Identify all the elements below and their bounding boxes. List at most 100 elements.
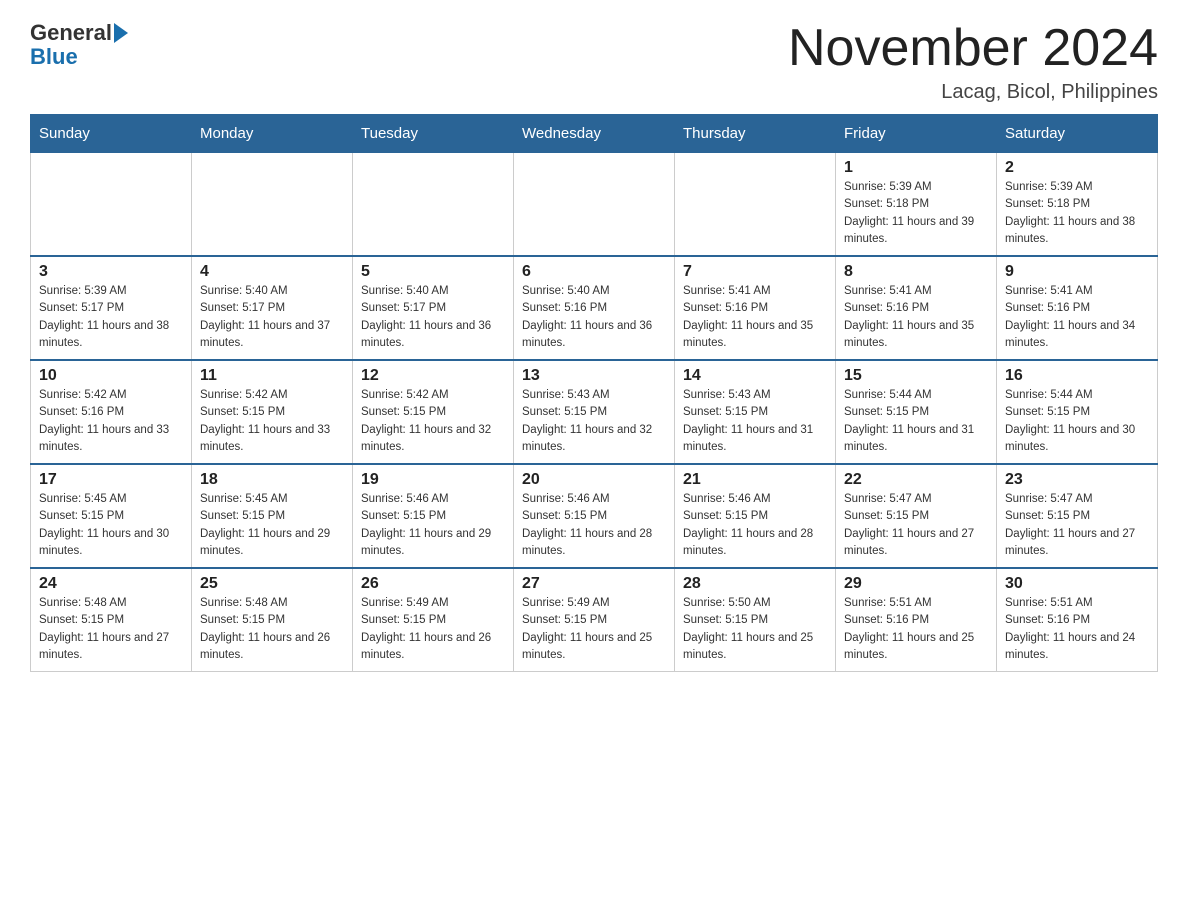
day-info: Sunrise: 5:40 AMSunset: 5:16 PMDaylight:… — [522, 283, 666, 352]
day-number: 29 — [844, 575, 988, 593]
day-info: Sunrise: 5:47 AMSunset: 5:15 PMDaylight:… — [844, 491, 988, 560]
title-block: November 2024 Lacag, Bicol, Philippines — [788, 20, 1158, 104]
day-info: Sunrise: 5:41 AMSunset: 5:16 PMDaylight:… — [1005, 283, 1149, 352]
day-number: 9 — [1005, 263, 1149, 281]
logo-arrow-icon — [114, 23, 128, 43]
day-info: Sunrise: 5:44 AMSunset: 5:15 PMDaylight:… — [844, 387, 988, 456]
day-info: Sunrise: 5:45 AMSunset: 5:15 PMDaylight:… — [39, 491, 183, 560]
calendar-cell: 3 Sunrise: 5:39 AMSunset: 5:17 PMDaylight… — [31, 256, 192, 360]
day-number: 18 — [200, 471, 344, 489]
calendar-cell — [353, 153, 514, 257]
day-info: Sunrise: 5:50 AMSunset: 5:15 PMDaylight:… — [683, 595, 827, 664]
day-number: 1 — [844, 159, 988, 177]
day-info: Sunrise: 5:44 AMSunset: 5:15 PMDaylight:… — [1005, 387, 1149, 456]
calendar-cell: 20 Sunrise: 5:46 AMSunset: 5:15 PMDayligh… — [514, 464, 675, 568]
calendar-cell: 26 Sunrise: 5:49 AMSunset: 5:15 PMDayligh… — [353, 568, 514, 672]
calendar-cell: 1 Sunrise: 5:39 AMSunset: 5:18 PMDaylight… — [836, 153, 997, 257]
page-header: General Blue November 2024 Lacag, Bicol,… — [30, 20, 1158, 104]
day-number: 19 — [361, 471, 505, 489]
day-number: 7 — [683, 263, 827, 281]
day-info: Sunrise: 5:42 AMSunset: 5:15 PMDaylight:… — [200, 387, 344, 456]
day-info: Sunrise: 5:41 AMSunset: 5:16 PMDaylight:… — [844, 283, 988, 352]
day-number: 4 — [200, 263, 344, 281]
calendar-week-5: 24Sunrise: 5:48 AMSunset: 5:15 PMDayligh… — [31, 568, 1158, 672]
calendar-cell: 15Sunrise: 5:44 AMSunset: 5:15 PMDayligh… — [836, 360, 997, 464]
calendar-cell: 16 Sunrise: 5:44 AMSunset: 5:15 PMDayligh… — [997, 360, 1158, 464]
logo-general: General — [30, 20, 112, 46]
calendar-cell: 23 Sunrise: 5:47 AMSunset: 5:15 PMDayligh… — [997, 464, 1158, 568]
day-number: 16 — [1005, 367, 1149, 385]
day-info: Sunrise: 5:46 AMSunset: 5:15 PMDaylight:… — [361, 491, 505, 560]
day-info: Sunrise: 5:46 AMSunset: 5:15 PMDaylight:… — [683, 491, 827, 560]
day-header-tuesday: Tuesday — [353, 115, 514, 153]
day-header-row: SundayMondayTuesdayWednesdayThursdayFrid… — [31, 115, 1158, 153]
day-number: 23 — [1005, 471, 1149, 489]
day-info: Sunrise: 5:41 AMSunset: 5:16 PMDaylight:… — [683, 283, 827, 352]
day-info: Sunrise: 5:47 AMSunset: 5:15 PMDaylight:… — [1005, 491, 1149, 560]
logo: General Blue — [30, 20, 128, 70]
calendar-cell: 5Sunrise: 5:40 AMSunset: 5:17 PMDaylight… — [353, 256, 514, 360]
calendar-cell: 6 Sunrise: 5:40 AMSunset: 5:16 PMDaylight… — [514, 256, 675, 360]
day-info: Sunrise: 5:40 AMSunset: 5:17 PMDaylight:… — [200, 283, 344, 352]
day-number: 12 — [361, 367, 505, 385]
day-number: 13 — [522, 367, 666, 385]
day-number: 26 — [361, 575, 505, 593]
calendar-cell — [31, 153, 192, 257]
calendar-cell: 19 Sunrise: 5:46 AMSunset: 5:15 PMDayligh… — [353, 464, 514, 568]
calendar-week-3: 10 Sunrise: 5:42 AMSunset: 5:16 PMDayligh… — [31, 360, 1158, 464]
logo-blue-word: Blue — [30, 44, 78, 70]
day-info: Sunrise: 5:49 AMSunset: 5:15 PMDaylight:… — [361, 595, 505, 664]
calendar-cell: 13 Sunrise: 5:43 AMSunset: 5:15 PMDayligh… — [514, 360, 675, 464]
day-number: 6 — [522, 263, 666, 281]
calendar-title: November 2024 — [788, 20, 1158, 77]
day-info: Sunrise: 5:42 AMSunset: 5:15 PMDaylight:… — [361, 387, 505, 456]
day-info: Sunrise: 5:43 AMSunset: 5:15 PMDaylight:… — [683, 387, 827, 456]
day-info: Sunrise: 5:46 AMSunset: 5:15 PMDaylight:… — [522, 491, 666, 560]
calendar-cell: 14 Sunrise: 5:43 AMSunset: 5:15 PMDayligh… — [675, 360, 836, 464]
calendar-week-1: 1 Sunrise: 5:39 AMSunset: 5:18 PMDaylight… — [31, 153, 1158, 257]
day-info: Sunrise: 5:49 AMSunset: 5:15 PMDaylight:… — [522, 595, 666, 664]
day-info: Sunrise: 5:39 AMSunset: 5:18 PMDaylight:… — [844, 179, 988, 248]
calendar-cell: 18Sunrise: 5:45 AMSunset: 5:15 PMDayligh… — [192, 464, 353, 568]
day-number: 10 — [39, 367, 183, 385]
logo-text: General — [30, 20, 128, 46]
day-number: 8 — [844, 263, 988, 281]
calendar-cell: 17 Sunrise: 5:45 AMSunset: 5:15 PMDayligh… — [31, 464, 192, 568]
calendar-cell: 27 Sunrise: 5:49 AMSunset: 5:15 PMDayligh… — [514, 568, 675, 672]
day-info: Sunrise: 5:51 AMSunset: 5:16 PMDaylight:… — [1005, 595, 1149, 664]
calendar-cell: 30Sunrise: 5:51 AMSunset: 5:16 PMDayligh… — [997, 568, 1158, 672]
day-number: 5 — [361, 263, 505, 281]
calendar-cell: 22Sunrise: 5:47 AMSunset: 5:15 PMDayligh… — [836, 464, 997, 568]
calendar-cell — [675, 153, 836, 257]
calendar-cell: 4 Sunrise: 5:40 AMSunset: 5:17 PMDaylight… — [192, 256, 353, 360]
day-number: 20 — [522, 471, 666, 489]
day-number: 27 — [522, 575, 666, 593]
calendar-cell: 28 Sunrise: 5:50 AMSunset: 5:15 PMDayligh… — [675, 568, 836, 672]
calendar-week-4: 17 Sunrise: 5:45 AMSunset: 5:15 PMDayligh… — [31, 464, 1158, 568]
calendar-cell: 9 Sunrise: 5:41 AMSunset: 5:16 PMDaylight… — [997, 256, 1158, 360]
calendar-cell — [514, 153, 675, 257]
calendar-subtitle: Lacag, Bicol, Philippines — [788, 81, 1158, 104]
calendar-cell: 24Sunrise: 5:48 AMSunset: 5:15 PMDayligh… — [31, 568, 192, 672]
day-number: 28 — [683, 575, 827, 593]
day-number: 2 — [1005, 159, 1149, 177]
day-number: 14 — [683, 367, 827, 385]
day-header-sunday: Sunday — [31, 115, 192, 153]
day-info: Sunrise: 5:42 AMSunset: 5:16 PMDaylight:… — [39, 387, 183, 456]
day-info: Sunrise: 5:39 AMSunset: 5:17 PMDaylight:… — [39, 283, 183, 352]
day-info: Sunrise: 5:43 AMSunset: 5:15 PMDaylight:… — [522, 387, 666, 456]
day-number: 25 — [200, 575, 344, 593]
day-header-friday: Friday — [836, 115, 997, 153]
day-number: 17 — [39, 471, 183, 489]
calendar-week-2: 3 Sunrise: 5:39 AMSunset: 5:17 PMDaylight… — [31, 256, 1158, 360]
calendar-cell: 29Sunrise: 5:51 AMSunset: 5:16 PMDayligh… — [836, 568, 997, 672]
day-number: 3 — [39, 263, 183, 281]
day-number: 11 — [200, 367, 344, 385]
day-info: Sunrise: 5:48 AMSunset: 5:15 PMDaylight:… — [39, 595, 183, 664]
calendar-cell: 7 Sunrise: 5:41 AMSunset: 5:16 PMDaylight… — [675, 256, 836, 360]
calendar-cell: 8 Sunrise: 5:41 AMSunset: 5:16 PMDaylight… — [836, 256, 997, 360]
day-header-wednesday: Wednesday — [514, 115, 675, 153]
calendar-cell: 10 Sunrise: 5:42 AMSunset: 5:16 PMDayligh… — [31, 360, 192, 464]
calendar-cell: 25Sunrise: 5:48 AMSunset: 5:15 PMDayligh… — [192, 568, 353, 672]
calendar-cell: 21Sunrise: 5:46 AMSunset: 5:15 PMDayligh… — [675, 464, 836, 568]
